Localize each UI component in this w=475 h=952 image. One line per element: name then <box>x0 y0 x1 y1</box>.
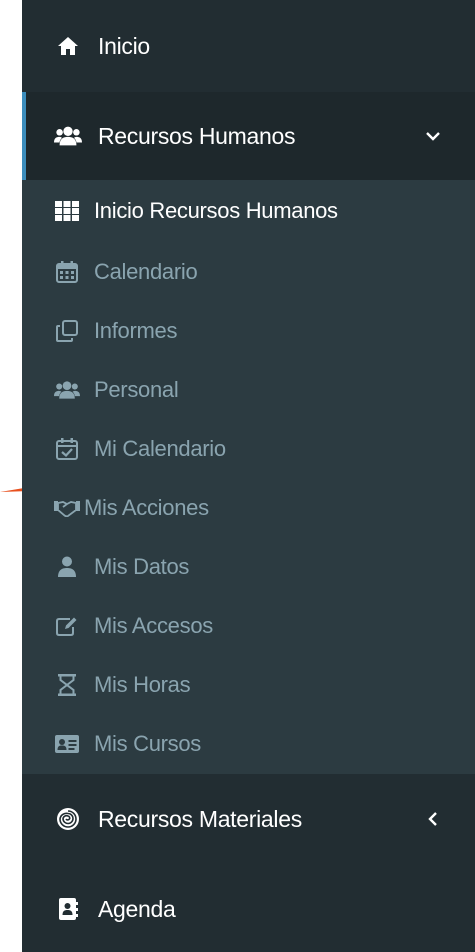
submenu-item-calendario[interactable]: Calendario <box>22 242 475 301</box>
home-icon <box>54 32 82 60</box>
sidebar-menu: Inicio Recursos Humanos Inicio Recursos … <box>22 0 475 952</box>
sidebar-item-recursos-materiales[interactable]: Recursos Materiales <box>22 774 475 864</box>
sidebar-item-agenda[interactable]: Agenda <box>22 864 475 952</box>
submenu-item-mis-accesos[interactable]: Mis Accesos <box>22 596 475 655</box>
sidebar-item-label: Inicio <box>98 32 150 59</box>
submenu-item-label: Calendario <box>94 258 198 284</box>
edit-icon <box>54 613 80 639</box>
id-card-icon <box>54 731 80 757</box>
submenu-recursos-humanos: Inicio Recursos Humanos Calendario Infor… <box>22 180 475 774</box>
submenu-item-label: Mis Accesos <box>94 612 213 638</box>
submenu-item-mis-cursos[interactable]: Mis Cursos <box>22 714 475 774</box>
chevron-down-icon <box>425 128 441 144</box>
sidebar-item-recursos-humanos[interactable]: Recursos Humanos <box>22 92 475 180</box>
submenu-item-mis-acciones[interactable]: Mis Acciones <box>22 478 475 537</box>
submenu-item-personal[interactable]: Personal <box>22 360 475 419</box>
grid-icon <box>54 198 80 224</box>
sidebar-item-label: Agenda <box>98 895 176 922</box>
submenu-item-mis-horas[interactable]: Mis Horas <box>22 655 475 714</box>
chevron-left-icon <box>425 811 441 827</box>
user-icon <box>54 554 80 580</box>
hourglass-icon <box>54 672 80 698</box>
submenu-item-label: Mis Acciones <box>84 494 209 520</box>
calendar-icon <box>54 259 80 285</box>
spiral-icon <box>54 805 82 833</box>
sidebar-item-label: Recursos Humanos <box>98 122 296 149</box>
submenu-item-label: Informes <box>94 317 178 343</box>
submenu-item-label: Personal <box>94 376 179 402</box>
submenu-item-mis-datos[interactable]: Mis Datos <box>22 537 475 596</box>
address-book-icon <box>54 895 82 923</box>
submenu-item-label: Mi Calendario <box>94 435 226 461</box>
submenu-item-label: Mis Cursos <box>94 731 202 756</box>
submenu-item-inicio-recursos-humanos[interactable]: Inicio Recursos Humanos <box>22 180 475 242</box>
submenu-item-label: Mis Datos <box>94 553 190 579</box>
submenu-item-informes[interactable]: Informes <box>22 301 475 360</box>
users-icon <box>54 122 82 150</box>
submenu-item-label: Mis Horas <box>94 671 191 697</box>
submenu-item-mi-calendario[interactable]: Mi Calendario <box>22 419 475 478</box>
users-icon <box>54 377 80 403</box>
sidebar-item-label: Recursos Materiales <box>98 805 302 832</box>
handshake-icon <box>54 495 80 521</box>
sidebar-item-inicio[interactable]: Inicio <box>22 0 475 92</box>
calendar-check-icon <box>54 436 80 462</box>
submenu-item-label: Inicio Recursos Humanos <box>94 198 338 223</box>
copy-icon <box>54 318 80 344</box>
